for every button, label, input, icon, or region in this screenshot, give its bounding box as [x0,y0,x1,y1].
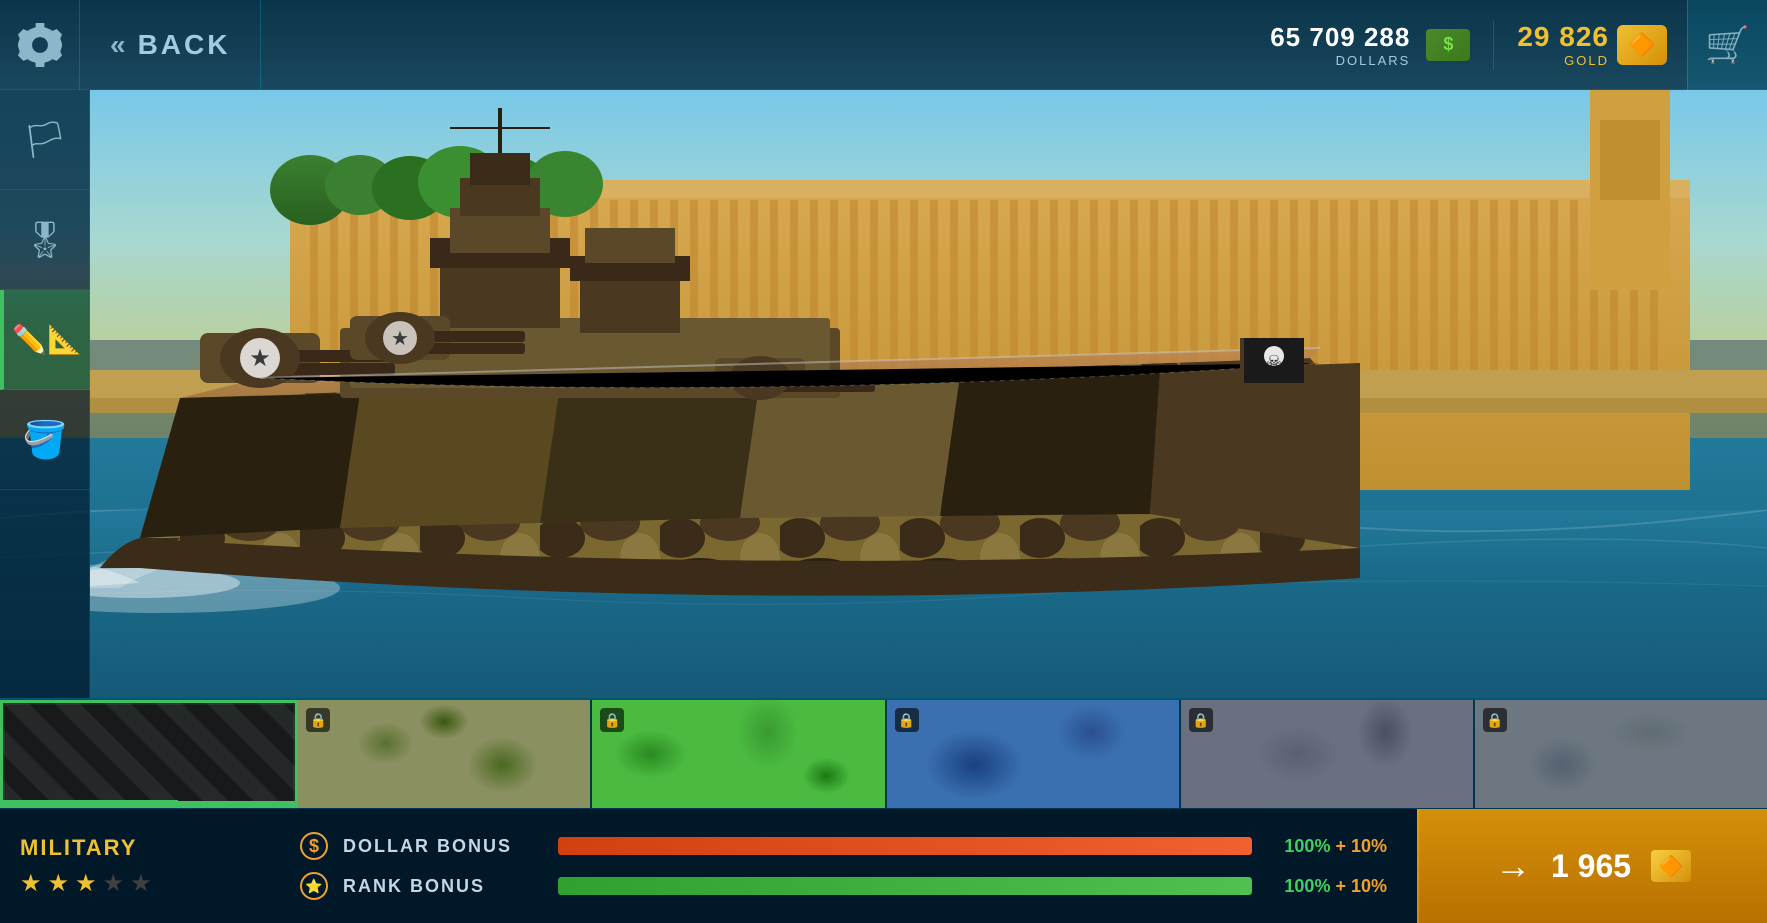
star-3: ★ [75,869,97,898]
dollars-label: DOLLARS [1336,53,1411,68]
camo-slot-arctic[interactable]: 🔒 [887,700,1181,808]
dollars-block: 65 709 288 DOLLARS [1270,22,1410,68]
currency-divider [1493,20,1494,70]
camo-progress-bar [3,800,178,805]
gear-icon [18,23,62,67]
camo-pattern-arctic [887,700,1179,808]
buy-button[interactable]: → 1 965 🔶 [1417,809,1767,923]
back-label: BACK [138,29,231,61]
camo-slot-digital[interactable]: 🔒 [1475,700,1767,808]
back-arrows-icon: « [110,29,126,61]
star-2: ★ [48,869,70,898]
sidebar-item-camo[interactable]: ✏️📐 [0,290,90,390]
camo-slot-jungle[interactable]: 🔒 [592,700,886,808]
dollars-amount: 65 709 288 [1270,22,1410,53]
dollar-bonus-icon: $ [300,832,328,860]
rank-bonus-bar-bg [558,877,1252,895]
star-4: ★ [103,869,125,898]
back-button[interactable]: « BACK [80,0,261,89]
gold-amount: 29 826 [1517,21,1609,53]
flag-icon: 🏳 [22,119,68,161]
svg-text:★: ★ [391,328,409,350]
stars-row: ★ ★ ★ ★ ★ [20,869,250,898]
gold-label: GOLD [1564,53,1609,68]
camo-pattern-desert [298,700,590,808]
dollar-bonus-row: $ DOLLAR BONUS 100% + 10% [300,832,1387,860]
camo-pattern-military [3,703,295,805]
camo-slot-military[interactable] [0,700,298,808]
camo-info-left: MILITARY ★ ★ ★ ★ ★ [0,809,270,923]
dollar-bonus-bar-bg [558,837,1252,855]
paint-icon: 🪣 [23,419,68,461]
lock-icon: 🔒 [1189,708,1213,732]
star-5: ★ [130,869,152,898]
ship-scene: ★ ★ ☠ [90,90,1767,698]
rank-bonus-row: ⭐ RANK BONUS 100% + 10% [300,872,1387,900]
buy-arrow-icon: → [1495,845,1531,887]
camo-name: MILITARY [20,835,250,861]
camo-slot-desert[interactable]: 🔒 [298,700,592,808]
star-1: ★ [20,869,42,898]
buy-gold-icon: 🔶 [1651,850,1691,882]
camo-slot-urban[interactable]: 🔒 [1181,700,1475,808]
shop-button[interactable]: 🛒 [1687,0,1767,90]
cart-icon: 🛒 [1705,24,1750,66]
dollar-bonus-bar-fill [558,837,1252,855]
dollar-bonus-label: DOLLAR BONUS [343,836,543,857]
money-icon: $ [1426,29,1470,61]
sidebar-item-flag[interactable]: 🏳 [0,90,90,190]
gold-text-group: 29 826 GOLD [1517,21,1609,68]
camo-pattern-urban [1181,700,1473,808]
rank-bonus-pct: 100% + 10% [1277,876,1387,897]
svg-text:☠: ☠ [1266,352,1282,372]
rank-bonus-bar-fill [558,877,1252,895]
lock-icon: 🔒 [600,708,624,732]
svg-text:★: ★ [249,345,271,372]
sidebar: 🏳 🎖 ✏️📐 🪣 [0,90,90,788]
dollar-bonus-pct: 100% + 10% [1277,836,1387,857]
camo-pattern-jungle [592,700,884,808]
header: « BACK 65 709 288 DOLLARS $ 29 826 GOLD … [0,0,1767,90]
bonus-section: $ DOLLAR BONUS 100% + 10% ⭐ RANK BONUS 1… [270,809,1417,923]
info-row: MILITARY ★ ★ ★ ★ ★ $ DOLLAR BONUS 100% +… [0,809,1767,923]
camo-tools-icon: ✏️📐 [12,323,82,356]
lock-icon: 🔒 [306,708,330,732]
lock-icon: 🔒 [895,708,919,732]
gold-icon: 🔶 [1617,25,1667,65]
badge-icon: 🎖 [22,219,68,261]
buy-price: 1 965 [1551,848,1631,885]
rank-bonus-label: RANK BONUS [343,876,543,897]
camo-pattern-digital [1475,700,1767,808]
lock-icon: 🔒 [1483,708,1507,732]
settings-button[interactable] [0,0,80,90]
rank-bonus-icon: ⭐ [300,872,328,900]
currency-group: 65 709 288 DOLLARS $ 29 826 GOLD 🔶 [1250,20,1687,70]
bottom-panel: 🔒 🔒 🔒 🔒 🔒 MILITARY ★ ★ [0,698,1767,923]
sidebar-item-paint[interactable]: 🪣 [0,390,90,490]
sidebar-item-badge[interactable]: 🎖 [0,190,90,290]
camo-selection-row: 🔒 🔒 🔒 🔒 🔒 [0,700,1767,809]
